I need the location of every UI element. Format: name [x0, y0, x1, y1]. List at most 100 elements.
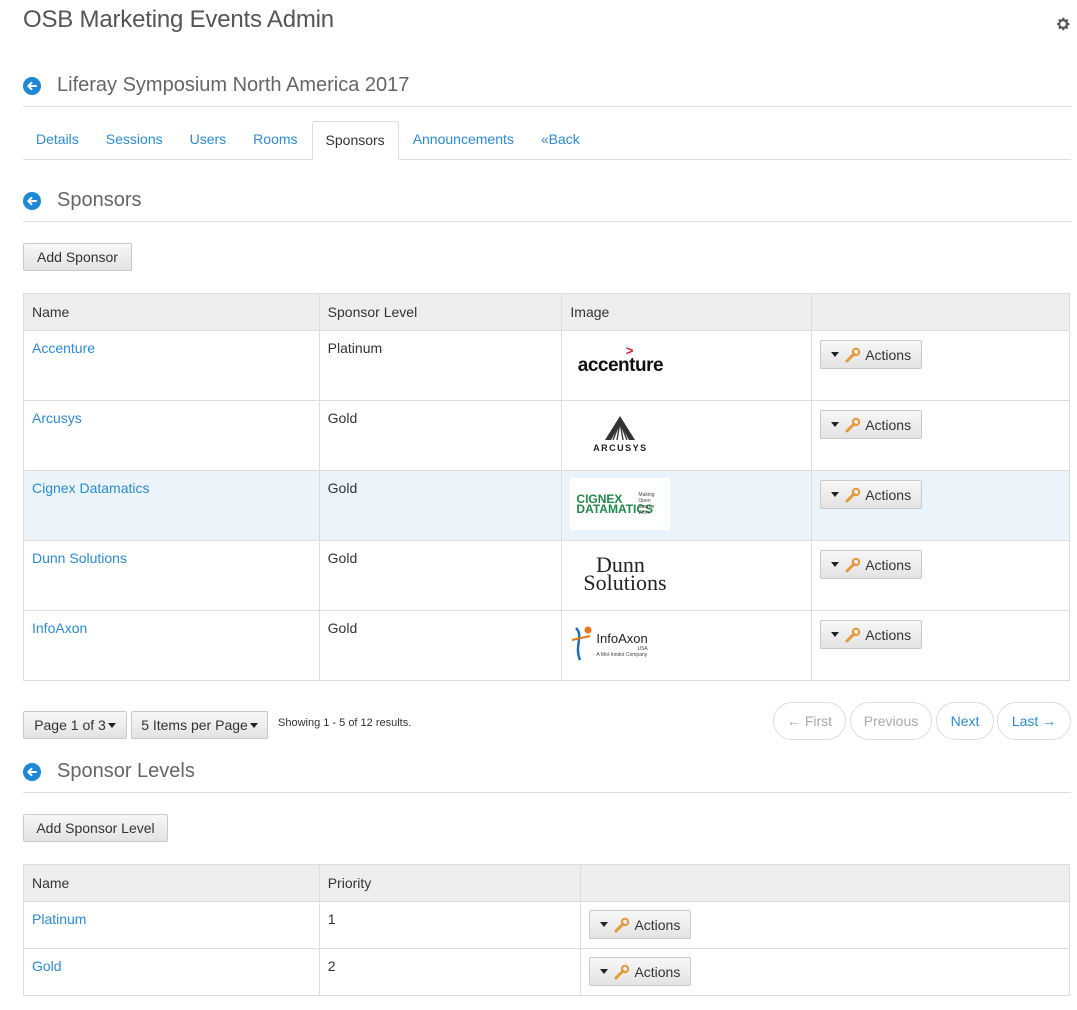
section-title: Sponsor Levels: [57, 760, 195, 782]
caret-down-icon: [831, 422, 840, 427]
actions-label: Actions: [865, 416, 912, 433]
column-header[interactable]: Name: [23, 293, 320, 331]
actions-label: Actions: [865, 626, 912, 643]
add-sponsor-button[interactable]: Add Sponsor: [23, 243, 132, 271]
logo-tagline: A Mol·Inndot Company: [596, 651, 648, 658]
sponsor-levels-heading: Sponsor Levels: [23, 760, 195, 783]
first-page-button[interactable]: ← First: [773, 702, 846, 740]
sponsor-name-link[interactable]: Dunn Solutions: [32, 550, 127, 566]
divider: [23, 221, 1071, 222]
wrench-icon: [845, 627, 861, 642]
sponsor-level: Platinum: [318, 330, 563, 401]
tab-users[interactable]: Users: [177, 121, 240, 158]
column-header: [811, 293, 1070, 331]
wrench-icon: [845, 417, 861, 432]
gear-icon[interactable]: [1055, 16, 1071, 32]
logo-text: accenture: [577, 355, 664, 376]
column-header[interactable]: Priority: [318, 864, 582, 902]
table-row: Dunn Solutions Gold Dunn Solutions Actio…: [23, 540, 1070, 611]
level-name-link[interactable]: Platinum: [32, 911, 86, 927]
level-name-link[interactable]: Gold: [32, 958, 62, 974]
sponsor-name-link[interactable]: Cignex Datamatics: [32, 480, 150, 496]
sponsor-level: Gold: [318, 400, 563, 471]
sponsor-levels-table: Name Priority Platinum 1 Actions Gold 2: [23, 864, 1070, 996]
sponsors-table: Name Sponsor Level Image Accenture Plati…: [23, 293, 1070, 681]
level-priority: 2: [318, 948, 582, 996]
table-row: Arcusys Gold ARCUSYS Actions: [23, 400, 1070, 471]
sponsor-logo: CIGNEX DATAMATICS Making Open Source Wor…: [570, 478, 671, 530]
arcusys-mark-icon: [605, 415, 636, 440]
actions-label: Actions: [865, 556, 912, 573]
sponsor-logo: InfoAxon USA A Mol·Inndot Company: [570, 618, 671, 670]
wrench-icon: [614, 964, 630, 979]
back-arrow-icon[interactable]: [23, 76, 41, 95]
tab-back[interactable]: «Back: [528, 121, 593, 158]
tab-announcements[interactable]: Announcements: [400, 121, 527, 158]
sponsor-level: Gold: [318, 540, 563, 611]
back-arrow-icon[interactable]: [23, 191, 41, 210]
column-header[interactable]: Name: [23, 864, 320, 902]
caret-down-icon: [831, 562, 840, 567]
actions-label: Actions: [865, 346, 912, 363]
last-page-button[interactable]: Last →: [997, 702, 1071, 740]
event-title: Liferay Symposium North America 2017: [57, 74, 410, 96]
wrench-icon: [845, 347, 861, 362]
actions-label: Actions: [634, 963, 681, 980]
infoaxon-mark-icon: [572, 626, 592, 661]
items-per-page-button[interactable]: 5 Items per Page: [131, 711, 268, 739]
actions-label: Actions: [865, 486, 912, 503]
table-row: Platinum 1 Actions: [23, 901, 1070, 949]
logo-text: Dunn Solutions: [583, 552, 667, 595]
actions-button[interactable]: Actions: [589, 910, 692, 939]
tab-rooms[interactable]: Rooms: [240, 121, 310, 158]
sponsor-level: Gold: [318, 470, 563, 541]
back-arrow-icon[interactable]: [23, 762, 41, 781]
column-header[interactable]: Sponsor Level: [318, 293, 563, 331]
sponsor-level: Gold: [318, 610, 563, 681]
tab-sessions[interactable]: Sessions: [93, 121, 176, 158]
level-priority: 1: [318, 901, 582, 949]
table-row: InfoAxon Gold InfoAxon USA A Mol·Inndot …: [23, 610, 1070, 681]
sponsor-logo: ARCUSYS: [570, 408, 671, 460]
wrench-icon: [845, 487, 861, 502]
actions-button[interactable]: Actions: [589, 957, 692, 986]
caret-down-icon: [107, 722, 116, 728]
previous-page-button[interactable]: Previous: [850, 702, 932, 740]
logo-text: CIGNEX DATAMATICS: [576, 492, 654, 516]
section-title: Sponsors: [57, 189, 142, 211]
table-row: Accenture Platinum > accenture Actions: [23, 330, 1070, 401]
table-row: Gold 2 Actions: [23, 948, 1070, 996]
caret-down-icon: [831, 632, 840, 637]
results-summary: Showing 1 - 5 of 12 results.: [278, 717, 412, 729]
column-header: Image: [561, 293, 813, 331]
page-selector-button[interactable]: Page 1 of 3: [23, 711, 127, 739]
caret-down-icon: [249, 722, 258, 728]
tab-sponsors[interactable]: Sponsors: [311, 121, 399, 160]
sponsors-heading: Sponsors: [23, 189, 142, 212]
caret-down-icon: [600, 922, 609, 927]
logo-text: InfoAxon: [596, 630, 648, 646]
sponsor-name-link[interactable]: Accenture: [32, 340, 95, 356]
actions-button[interactable]: Actions: [820, 410, 923, 439]
caret-down-icon: [831, 352, 840, 357]
add-sponsor-level-button[interactable]: Add Sponsor Level: [23, 814, 168, 842]
table-row: Cignex Datamatics Gold CIGNEX DATAMATICS…: [23, 470, 1070, 541]
actions-button[interactable]: Actions: [820, 550, 923, 579]
sponsor-name-link[interactable]: Arcusys: [32, 410, 82, 426]
sponsor-logo: > accenture: [570, 336, 671, 388]
page-label: Page 1 of 3: [34, 717, 106, 733]
app-title: OSB Marketing Events Admin: [23, 6, 334, 33]
next-page-button[interactable]: Next: [936, 702, 994, 740]
actions-button[interactable]: Actions: [820, 340, 923, 369]
actions-button[interactable]: Actions: [820, 480, 923, 509]
actions-button[interactable]: Actions: [820, 620, 923, 649]
sponsor-name-link[interactable]: InfoAxon: [32, 620, 87, 636]
per-page-label: 5 Items per Page: [141, 717, 248, 733]
tab-details[interactable]: Details: [23, 121, 92, 158]
wrench-icon: [614, 917, 630, 932]
logo-tagline: Making Open Source Work: [638, 492, 655, 516]
caret-down-icon: [831, 492, 840, 497]
divider: [23, 792, 1071, 793]
divider: [23, 106, 1071, 107]
logo-text: ARCUSYS: [593, 442, 648, 453]
